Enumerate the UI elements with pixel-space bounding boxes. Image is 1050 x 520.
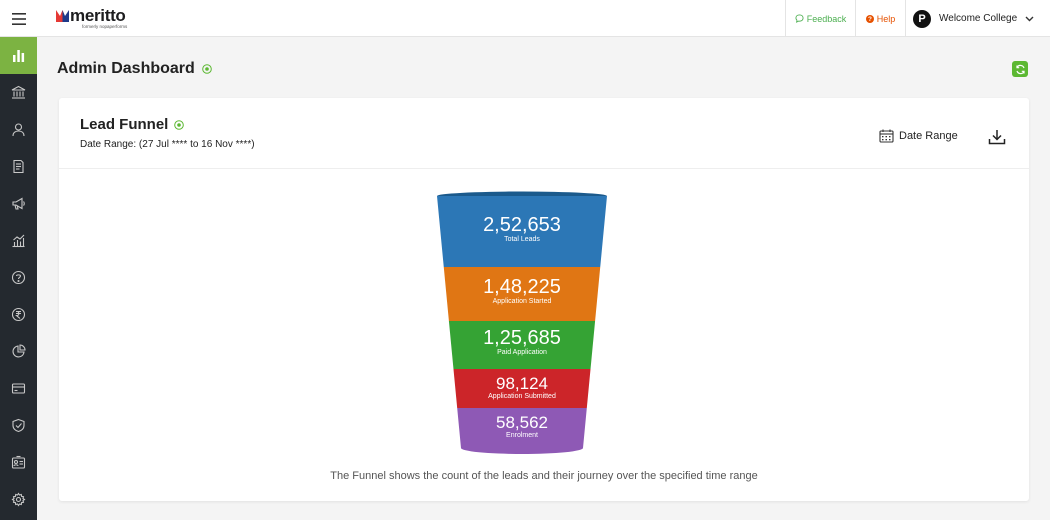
rupee-icon (11, 307, 26, 322)
logo[interactable]: meritto formerly nopaperforms (56, 7, 127, 29)
sidebar-item-analytics[interactable] (0, 222, 37, 259)
help-label: Help (876, 13, 896, 24)
sidebar-item-settings[interactable] (0, 481, 37, 518)
top-bar: meritto formerly nopaperforms Feedback ?… (0, 0, 1050, 37)
download-icon (988, 130, 1006, 145)
download-button[interactable] (988, 129, 1006, 145)
sidebar-item-institution[interactable] (0, 74, 37, 111)
logo-text: meritto (70, 6, 126, 25)
meritto-logo-icon (56, 9, 69, 22)
card-title: Lead Funnel (80, 116, 185, 133)
funnel-stage-name: Paid Application (497, 349, 547, 356)
funnel-stage-value: 58,562 (496, 413, 548, 432)
funnel-stage-name: Enrolment (506, 432, 538, 439)
user-icon (12, 123, 25, 137)
sidebar-item-forms[interactable] (0, 148, 37, 185)
date-range-text: Date Range: (27 Jul **** to 16 Nov ****) (80, 139, 255, 150)
chat-icon (795, 14, 804, 23)
funnel-stage-value: 1,48,225 (483, 276, 561, 298)
funnel-stage-value: 98,124 (496, 373, 548, 393)
funnel-stage-value: 2,52,653 (483, 213, 561, 236)
help-circle-icon: ? (865, 14, 874, 23)
settings-icon (11, 492, 26, 507)
chevron-down-icon[interactable] (1025, 16, 1034, 22)
sidebar-item-security[interactable] (0, 407, 37, 444)
svg-text:?: ? (868, 16, 872, 23)
sidebar (0, 37, 37, 520)
document-icon (13, 159, 24, 174)
funnel-stage-value: 1,25,685 (483, 327, 561, 349)
feedback-button[interactable]: Feedback (785, 0, 855, 37)
calendar-icon (879, 129, 894, 143)
sidebar-item-payments[interactable] (0, 296, 37, 333)
help-icon (11, 270, 26, 285)
card-icon (11, 383, 26, 394)
page-title-text: Admin Dashboard (57, 60, 195, 77)
funnel-stage-name: Application Started (492, 298, 552, 305)
sidebar-item-dashboard[interactable] (0, 37, 37, 74)
info-circle-icon[interactable] (201, 64, 212, 74)
funnel-stage-label: 98,124 Application Submitted (436, 375, 608, 401)
lead-funnel-card: Lead Funnel Date Range: (27 Jul **** to … (59, 98, 1029, 501)
user-name: Welcome College (939, 13, 1018, 24)
funnel-chart: 2,52,653 Total Leads 1,48,225 Application S… (436, 190, 608, 455)
funnel-stage-label: 2,52,653 Total Leads (436, 215, 608, 244)
funnel-caption: The Funnel shows the count of the leads … (330, 470, 758, 482)
date-range-button[interactable]: Date Range (879, 129, 958, 143)
feedback-label: Feedback (806, 13, 847, 24)
sidebar-item-cards[interactable] (0, 370, 37, 407)
institution-icon (11, 85, 26, 99)
hamburger-icon (11, 12, 26, 25)
funnel-stage-name: Total Leads (504, 235, 540, 243)
menu-button[interactable] (0, 0, 37, 37)
sidebar-item-profile-card[interactable] (0, 444, 37, 481)
funnel-stage-label: 58,562 Enrolment (436, 414, 608, 440)
user-menu[interactable]: P Welcome College (905, 0, 1050, 37)
shield-icon (12, 418, 25, 433)
sidebar-item-reports[interactable] (0, 333, 37, 370)
funnel-stage-label: 1,25,685 Paid Application (436, 328, 608, 357)
info-circle-icon[interactable] (174, 119, 185, 130)
logo-subtext: formerly nopaperforms (82, 24, 128, 29)
refresh-button[interactable] (1012, 61, 1028, 77)
bar-chart-icon (13, 50, 25, 62)
card-title-text: Lead Funnel (80, 116, 169, 133)
sidebar-item-users[interactable] (0, 111, 37, 148)
id-card-icon (11, 455, 26, 469)
sidebar-item-campaigns[interactable] (0, 185, 37, 222)
sidebar-item-help[interactable] (0, 259, 37, 296)
megaphone-icon (12, 197, 25, 210)
avatar: P (913, 9, 931, 28)
funnel-stage-name: Application Submitted (488, 392, 556, 400)
analytics-icon (12, 234, 25, 248)
card-header: Lead Funnel Date Range: (27 Jul **** to … (59, 98, 1029, 169)
page-title: Admin Dashboard (57, 60, 212, 78)
date-range-label: Date Range (899, 130, 958, 142)
help-button[interactable]: ? Help (855, 0, 905, 37)
refresh-icon (1015, 64, 1025, 74)
funnel-stage-label: 1,48,225 Application Started (436, 277, 608, 306)
pie-chart-icon (12, 344, 26, 358)
